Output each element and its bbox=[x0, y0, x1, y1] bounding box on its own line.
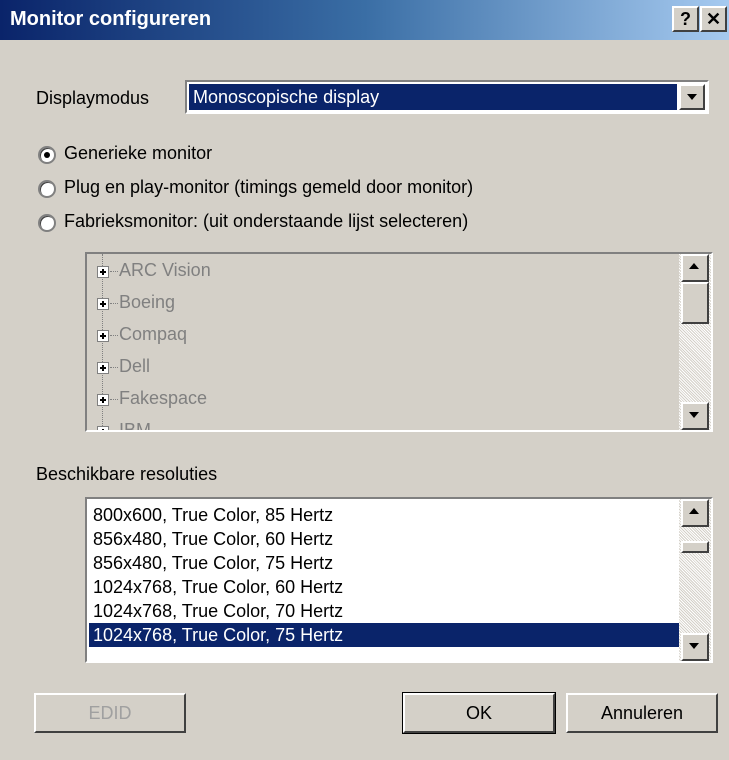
manufacturer-tree[interactable]: ARC Vision Boeing Compaq Dell Fakespace … bbox=[85, 252, 713, 432]
tree-item-label: Fakespace bbox=[119, 388, 208, 408]
list-item[interactable]: 856x480, True Color, 60 Hertz bbox=[89, 527, 679, 551]
scroll-thumb[interactable] bbox=[681, 282, 709, 324]
radio-label: Fabrieksmonitor: (uit onderstaande lijst… bbox=[64, 211, 469, 231]
cancel-button[interactable]: Annuleren bbox=[566, 693, 718, 733]
tree-branch-line bbox=[110, 431, 118, 432]
tree-branch-line bbox=[110, 399, 118, 400]
radio-button[interactable] bbox=[38, 146, 56, 164]
resolutions-label: Beschikbare resoluties bbox=[36, 464, 218, 484]
tree-item-label: ARC Vision bbox=[119, 260, 211, 280]
scroll-up-button[interactable] bbox=[681, 254, 709, 282]
list-item[interactable]: 856x480, True Color, 75 Hertz bbox=[89, 551, 679, 575]
list-item[interactable]: 1024x768, True Color, 70 Hertz bbox=[89, 599, 679, 623]
radio-button[interactable] bbox=[38, 214, 56, 232]
close-button[interactable]: ✕ bbox=[700, 6, 727, 32]
help-button[interactable]: ? bbox=[672, 6, 699, 32]
expand-plus-icon[interactable] bbox=[97, 266, 109, 278]
display-mode-dropdown-button[interactable] bbox=[679, 84, 705, 110]
tree-branch-line bbox=[110, 367, 118, 368]
display-mode-value: Monoscopische display bbox=[189, 84, 677, 110]
radio-label: Generieke monitor bbox=[64, 143, 213, 163]
scroll-up-button[interactable] bbox=[681, 499, 709, 527]
chevron-down-icon bbox=[689, 412, 699, 418]
ok-button[interactable]: OK bbox=[402, 692, 556, 734]
chevron-up-icon bbox=[689, 263, 699, 269]
tree-item-label: Boeing bbox=[119, 292, 176, 312]
scroll-down-button[interactable] bbox=[681, 633, 709, 661]
tree-item-label: Compaq bbox=[119, 324, 188, 344]
radio-selected-dot bbox=[44, 152, 50, 158]
radio-button[interactable] bbox=[38, 180, 56, 198]
window-title: Monitor configureren bbox=[10, 8, 212, 30]
expand-plus-icon[interactable] bbox=[97, 298, 109, 310]
tree-item-label: Dell bbox=[119, 356, 151, 376]
expand-plus-icon[interactable] bbox=[97, 394, 109, 406]
tree-branch-line bbox=[110, 303, 118, 304]
radio-label: Plug en play-monitor (timings gemeld doo… bbox=[64, 177, 474, 197]
tree-scrollbar[interactable] bbox=[679, 254, 711, 430]
title-bar: Monitor configureren ? ✕ bbox=[0, 0, 729, 40]
list-item-selected[interactable]: 1024x768, True Color, 75 Hertz bbox=[89, 623, 679, 647]
expand-plus-icon[interactable] bbox=[97, 330, 109, 342]
chevron-down-icon bbox=[687, 94, 697, 100]
list-item[interactable]: 800x600, True Color, 85 Hertz bbox=[89, 503, 679, 527]
expand-plus-icon[interactable] bbox=[97, 426, 109, 430]
chevron-down-icon bbox=[689, 643, 699, 649]
scroll-thumb[interactable] bbox=[681, 541, 709, 553]
list-item[interactable]: 1024x768, True Color, 60 Hertz bbox=[89, 575, 679, 599]
scroll-down-button[interactable] bbox=[681, 402, 709, 430]
display-mode-select[interactable]: Monoscopische display bbox=[185, 80, 709, 114]
display-mode-label: Displaymodus bbox=[36, 88, 150, 108]
resolutions-scrollbar[interactable] bbox=[679, 499, 711, 661]
tree-branch-line bbox=[110, 271, 118, 272]
expand-plus-icon[interactable] bbox=[97, 362, 109, 374]
edid-button[interactable]: EDID bbox=[34, 693, 186, 733]
chevron-up-icon bbox=[689, 508, 699, 514]
tree-branch-line bbox=[110, 335, 118, 336]
resolutions-list[interactable]: 800x600, True Color, 85 Hertz 856x480, T… bbox=[85, 497, 713, 663]
tree-item-label: IBM bbox=[119, 420, 152, 432]
